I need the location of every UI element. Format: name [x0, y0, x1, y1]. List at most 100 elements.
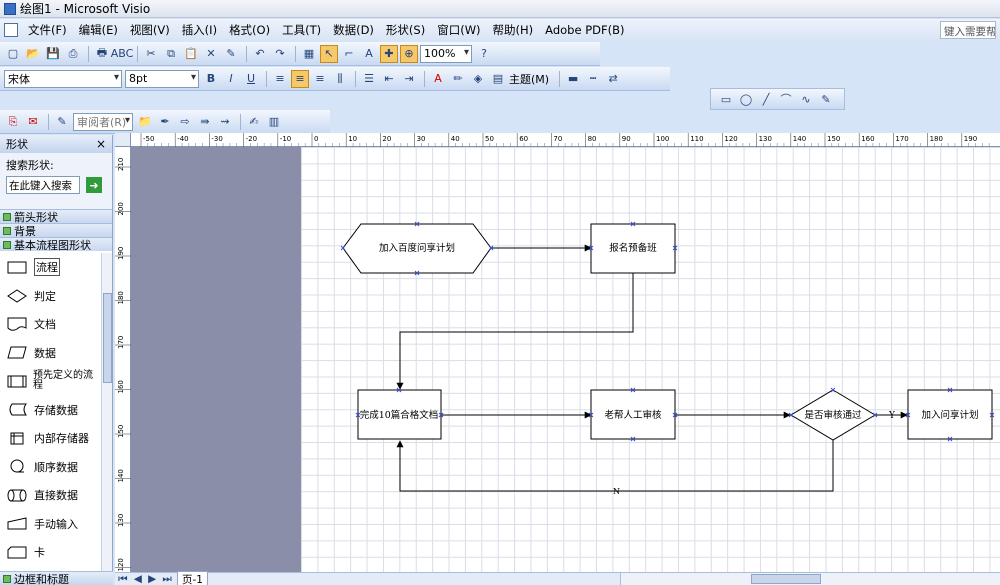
shape-internal-storage[interactable]: 内部存储器	[0, 424, 100, 453]
pencil-tool-icon[interactable]: ✎	[817, 90, 835, 108]
menu-file[interactable]: 文件(F)	[22, 22, 73, 38]
prev-page-icon[interactable]: ◀	[134, 573, 142, 585]
shape-predefined-process[interactable]: 预先定义的流程	[0, 367, 100, 396]
line-ends-icon[interactable]: ⇄	[604, 70, 622, 88]
shapes-scrollbar[interactable]	[101, 253, 112, 575]
copy-icon[interactable]: ⧉	[162, 45, 180, 63]
menu-shape[interactable]: 形状(S)	[380, 22, 431, 38]
delete-icon[interactable]: ✕	[202, 45, 220, 63]
document-icon[interactable]	[4, 23, 18, 37]
folder-icon[interactable]: 📁	[136, 113, 154, 131]
zoom-select[interactable]: 100%	[420, 44, 472, 63]
comment-icon[interactable]: ✍	[245, 113, 263, 131]
decrease-indent-icon[interactable]: ⇤	[380, 70, 398, 88]
font-color-icon[interactable]: A	[429, 70, 447, 88]
pointer-tool-icon[interactable]: ↖	[320, 44, 338, 63]
shape-document[interactable]: 文档	[0, 310, 100, 339]
process-box-preparatory[interactable]: 报名预备班	[590, 223, 676, 274]
process-box-join[interactable]: 加入问享计划	[907, 389, 993, 440]
underline-icon[interactable]: U	[242, 70, 260, 88]
rectangle-tool-icon[interactable]: ▭	[717, 90, 735, 108]
connector-diamond-no[interactable]	[396, 439, 834, 492]
redo-icon[interactable]: ↷	[271, 45, 289, 63]
save-icon[interactable]: 💾	[44, 45, 62, 63]
shape-sequential-data[interactable]: 顺序数据	[0, 453, 100, 482]
theme-button[interactable]: 主题(M)	[509, 71, 549, 87]
connector-box1-to-box2[interactable]	[396, 273, 634, 390]
print-icon[interactable]: 🖶	[93, 45, 111, 63]
bold-icon[interactable]: B	[202, 70, 220, 88]
shape-data[interactable]: 数据	[0, 339, 100, 368]
menu-view[interactable]: 视图(V)	[124, 22, 176, 38]
open-icon[interactable]: 📂	[24, 45, 42, 63]
markup-icon[interactable]: ✎	[53, 113, 71, 131]
menu-insert[interactable]: 插入(I)	[176, 22, 223, 38]
search-go-icon[interactable]: ➜	[86, 177, 102, 193]
menu-help[interactable]: 帮助(H)	[487, 22, 540, 38]
ink-icon[interactable]: ✒	[156, 113, 174, 131]
reviewing-pane-icon[interactable]: ▥	[265, 113, 283, 131]
menu-format[interactable]: 格式(O)	[223, 22, 276, 38]
scrollbar-thumb[interactable]	[103, 293, 112, 383]
shape-decision[interactable]: 判定	[0, 282, 100, 311]
ellipse-tool-icon[interactable]: ◯	[737, 90, 755, 108]
text-tool-icon[interactable]: A	[360, 45, 378, 63]
increase-indent-icon[interactable]: ⇥	[400, 70, 418, 88]
reviewer-select[interactable]: 审阅者(R)	[73, 112, 133, 131]
fill-color-icon[interactable]: ◈	[469, 70, 487, 88]
pdf-create-icon[interactable]: ⎘	[4, 113, 22, 131]
menu-data[interactable]: 数据(D)	[327, 22, 380, 38]
shape-process[interactable]: 流程	[0, 253, 100, 282]
reject-change-icon[interactable]: ⇝	[216, 113, 234, 131]
new-icon[interactable]: ▢	[4, 45, 22, 63]
connection-point-icon[interactable]: ✚	[380, 44, 398, 63]
font-size-select[interactable]: 8pt	[125, 69, 199, 88]
connector-tool-icon[interactable]: ⌐	[340, 45, 358, 63]
line-color-icon[interactable]: ✏	[449, 70, 467, 88]
process-box-documents[interactable]: 完成10篇合格文档	[357, 389, 442, 440]
menu-edit[interactable]: 编辑(E)	[73, 22, 124, 38]
theme-icon[interactable]: ▤	[489, 70, 507, 88]
horizontal-scrollbar[interactable]	[620, 573, 1000, 585]
shape-card[interactable]: 卡	[0, 538, 100, 567]
help-search-input[interactable]: 键入需要帮	[940, 21, 996, 39]
line-weight-icon[interactable]: ▬	[564, 70, 582, 88]
accept-change-icon[interactable]: ⇨	[176, 113, 194, 131]
line-pattern-icon[interactable]: ┅	[584, 70, 602, 88]
menu-adobe-pdf[interactable]: Adobe PDF(B)	[539, 23, 630, 37]
shapes-window-icon[interactable]: ▦	[300, 45, 318, 63]
close-icon[interactable]: ×	[96, 137, 106, 151]
font-name-select[interactable]: 宋体	[4, 69, 122, 88]
shape-stored-data[interactable]: 存储数据	[0, 396, 100, 425]
freeform-tool-icon[interactable]: ∿	[797, 90, 815, 108]
start-hexagon-shape[interactable]: 加入百度问享计划	[342, 223, 492, 274]
search-input[interactable]: 在此键入搜索	[6, 176, 80, 194]
help-icon[interactable]: ?	[475, 45, 493, 63]
shape-manual-input[interactable]: 手动输入	[0, 510, 100, 539]
next-change-icon[interactable]: ⇛	[196, 113, 214, 131]
stencil-basic-flowchart[interactable]: 基本流程图形状	[0, 237, 112, 252]
cut-icon[interactable]: ✂	[142, 45, 160, 63]
pdf-email-icon[interactable]: ✉	[24, 113, 42, 131]
decision-diamond[interactable]: 是否审核通过	[790, 389, 876, 441]
bullets-icon[interactable]: ☰	[360, 70, 378, 88]
paste-icon[interactable]: 📋	[182, 45, 200, 63]
stencil-background[interactable]: 背景	[0, 223, 112, 238]
italic-icon[interactable]: I	[222, 70, 240, 88]
print-preview-icon[interactable]: ⎙	[64, 45, 82, 63]
process-box-review[interactable]: 老帮人工审核	[590, 389, 676, 440]
format-painter-icon[interactable]: ✎	[222, 45, 240, 63]
stencil-borders-titles[interactable]: 边框和标题	[0, 571, 113, 585]
shape-direct-data[interactable]: 直接数据	[0, 481, 100, 510]
align-left-icon[interactable]: ≡	[271, 70, 289, 88]
justify-icon[interactable]: ⫼	[331, 70, 349, 88]
spelling-icon[interactable]: ABC	[111, 45, 134, 63]
first-page-icon[interactable]: ⏮	[118, 573, 127, 585]
page-tab[interactable]: 页-1	[177, 570, 208, 585]
arc-tool-icon[interactable]: ⌒	[777, 90, 795, 108]
align-right-icon[interactable]: ≡	[311, 70, 329, 88]
menu-tools[interactable]: 工具(T)	[276, 22, 327, 38]
next-page-icon[interactable]: ▶	[148, 573, 156, 585]
pan-zoom-icon[interactable]: ⊕	[400, 44, 418, 63]
line-tool-icon[interactable]: ╱	[757, 90, 775, 108]
